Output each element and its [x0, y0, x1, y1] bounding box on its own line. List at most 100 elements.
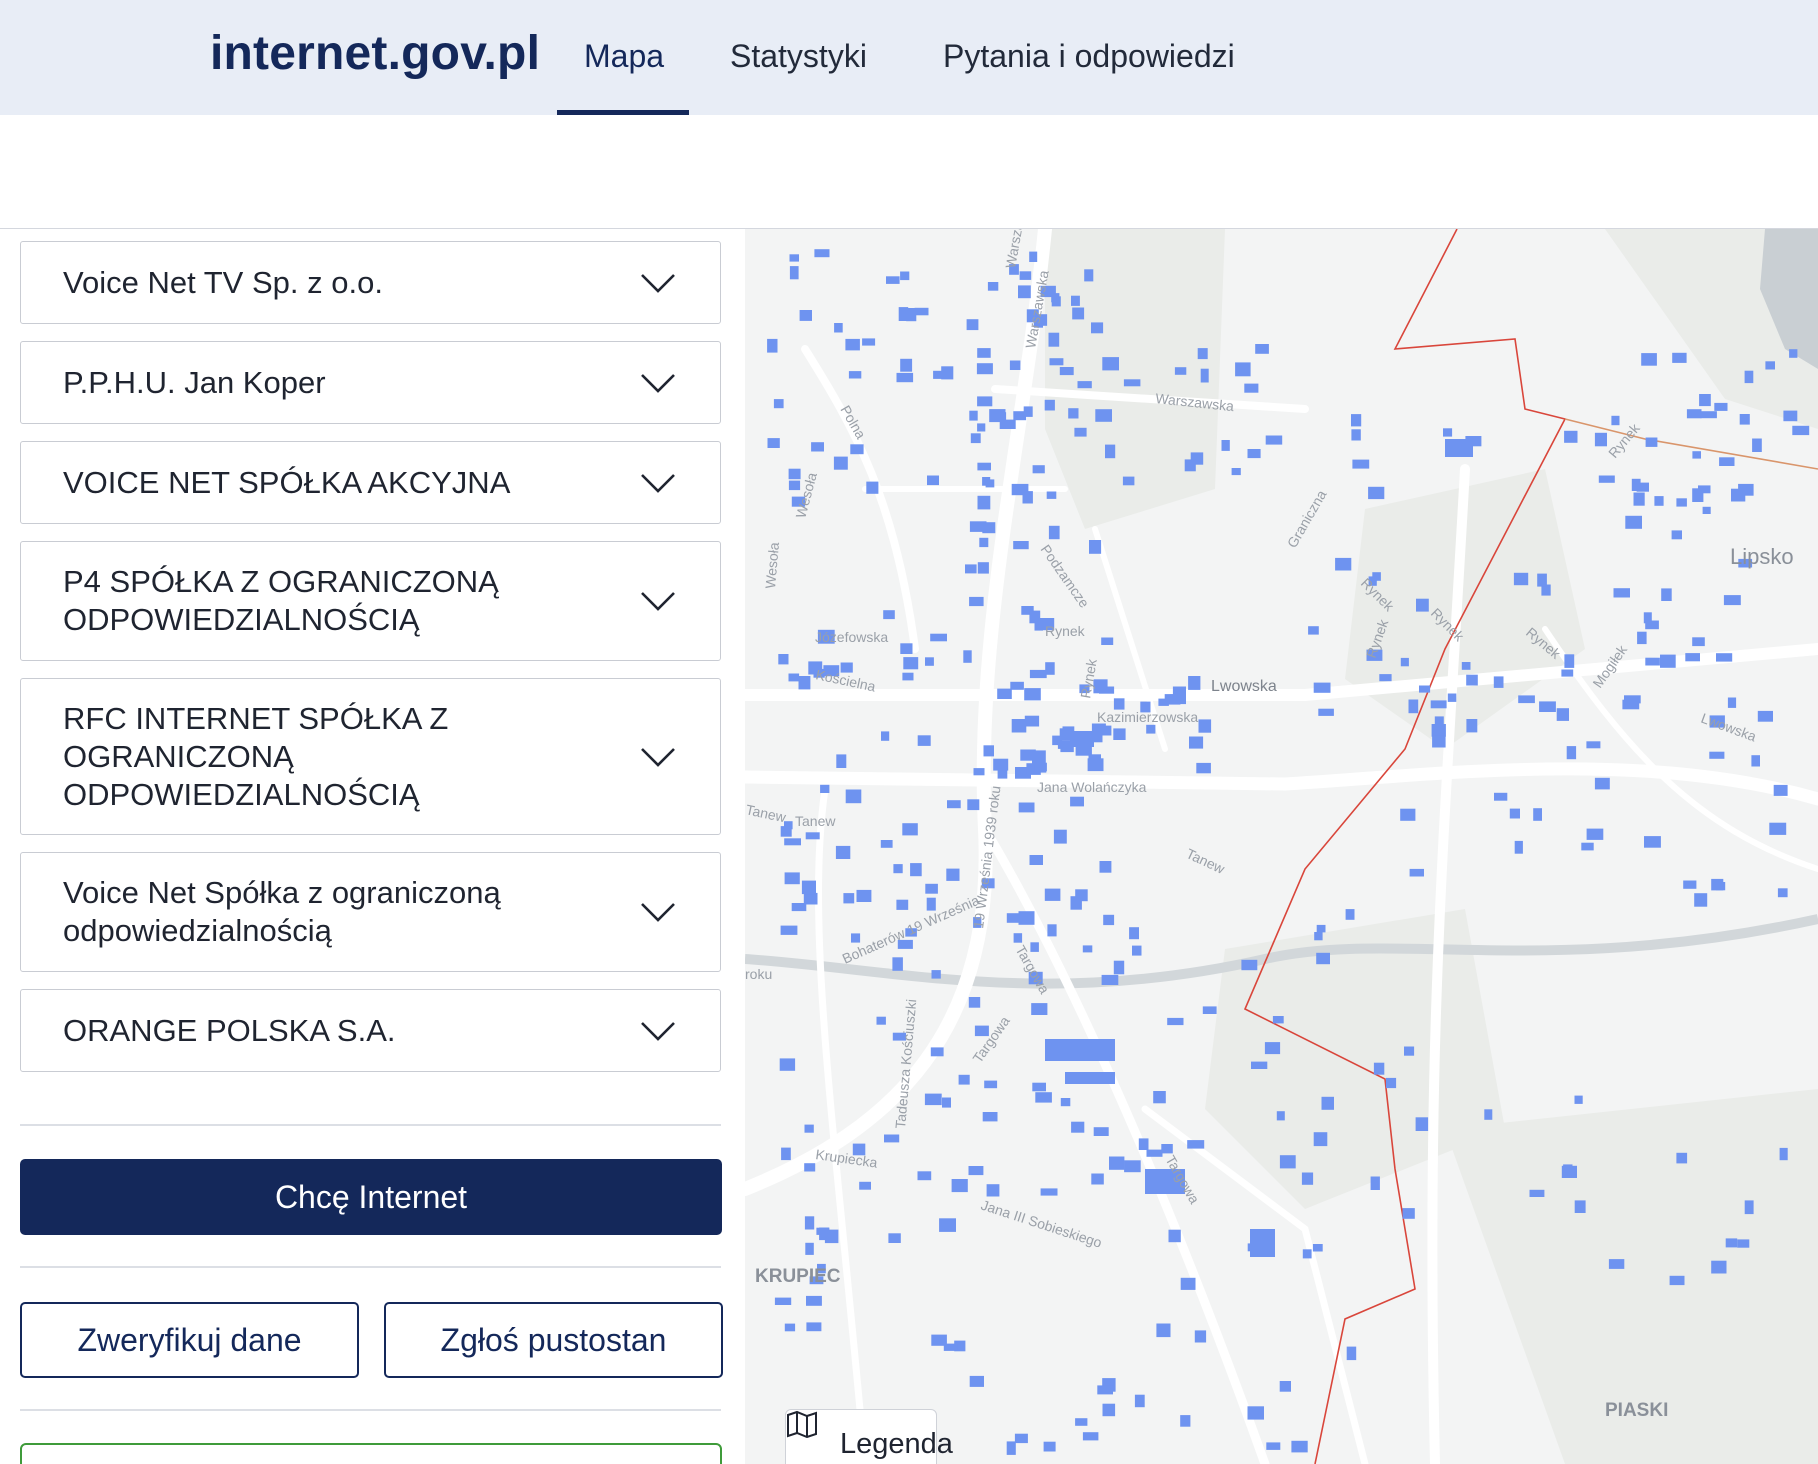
building-marker: [951, 1179, 968, 1193]
building-marker: [1255, 344, 1269, 354]
building-marker: [1408, 699, 1419, 714]
site-logo[interactable]: internet.gov.pl: [210, 26, 540, 81]
building-marker: [1020, 749, 1036, 761]
building-marker: [924, 1093, 942, 1106]
section-divider: [20, 1124, 721, 1126]
building-marker: [819, 1227, 830, 1241]
tab-statystyki[interactable]: Statystyki: [730, 38, 867, 75]
provider-accordion-rfc-internet[interactable]: RFC INTERNET SPÓŁKA Z OGRANICZONĄ ODPOWI…: [20, 678, 721, 835]
provider-accordion-pphu-jan-koper[interactable]: P.P.H.U. Jan Koper: [20, 341, 721, 424]
building-marker: [1018, 802, 1035, 813]
building-marker: [1091, 322, 1104, 334]
building-marker: [1231, 468, 1241, 476]
building-marker: [969, 410, 978, 421]
building-marker: [963, 650, 972, 663]
building-marker: [1316, 952, 1330, 965]
coverage-map[interactable]: Warszawska Warszawska Warszawska Polna W…: [745, 229, 1818, 1464]
building-marker: [1029, 669, 1047, 679]
building-marker: [1158, 698, 1169, 706]
building-marker: [977, 348, 991, 358]
building-marker: [1235, 362, 1251, 377]
status-panel: [20, 1443, 722, 1464]
building-marker: [1744, 1200, 1754, 1215]
provider-accordion-orange-polska[interactable]: ORANGE POLSKA S.A.: [20, 989, 721, 1072]
street-label: roku: [745, 966, 772, 982]
building-marker: [1072, 307, 1085, 320]
building-marker: [1672, 352, 1687, 363]
provider-accordion-voice-net-tv[interactable]: Voice Net TV Sp. z o.o.: [20, 241, 721, 324]
building-marker: [1509, 808, 1520, 819]
building-marker: [977, 396, 993, 407]
building-marker: [780, 925, 798, 935]
building-marker: [1040, 1188, 1058, 1196]
building-marker: [1645, 620, 1659, 630]
building-marker: [1101, 974, 1119, 985]
building-marker: [1202, 1006, 1217, 1014]
building-marker: [985, 479, 995, 488]
building-marker: [939, 1218, 956, 1232]
building-marker: [788, 673, 800, 682]
building-marker: [1070, 896, 1082, 910]
building-marker: [958, 1074, 970, 1085]
building-marker: [1400, 808, 1416, 821]
building-marker: [1671, 530, 1682, 540]
tab-pytania-i-odpowiedzi[interactable]: Pytania i odpowiedzi: [943, 38, 1235, 75]
provider-accordion-voice-net-spzoo[interactable]: Voice Net Spółka z ograniczoną odpowiedz…: [20, 852, 721, 972]
building-marker: [927, 475, 939, 486]
building-marker: [976, 363, 993, 375]
building-marker: [925, 883, 938, 894]
building-marker: [1660, 654, 1676, 668]
verify-data-button[interactable]: Zweryfikuj dane: [20, 1302, 359, 1378]
provider-name: P.P.H.U. Jan Koper: [63, 364, 326, 400]
street-label: Lwowska: [1211, 678, 1277, 695]
provider-name: RFC INTERNET SPÓŁKA Z OGRANICZONĄ ODPOWI…: [63, 700, 449, 812]
building-marker: [1180, 1415, 1191, 1427]
building-marker: [1461, 662, 1471, 670]
building-marker: [811, 442, 824, 452]
building-marker: [1351, 414, 1362, 427]
building-marker: [1539, 701, 1556, 712]
building-marker: [866, 481, 879, 494]
building-marker: [1091, 1173, 1104, 1185]
chce-internet-button[interactable]: Chcę Internet: [20, 1159, 722, 1235]
building-marker: [1023, 406, 1033, 417]
provider-accordion-p4[interactable]: P4 SPÓŁKA Z OGRANICZONĄ ODPOWIEDZIALNOŚC…: [20, 541, 721, 661]
building-marker: [1146, 1149, 1163, 1157]
building-marker: [902, 823, 918, 836]
building-marker: [784, 838, 801, 846]
building-marker: [1031, 1003, 1048, 1015]
building-marker: [1752, 438, 1762, 452]
provider-accordion-voice-net-sa[interactable]: VOICE NET SPÓŁKA AKCYJNA: [20, 441, 721, 524]
building-marker: [833, 456, 848, 470]
building-marker: [1241, 959, 1258, 971]
report-vacant-button[interactable]: Zgłoś pustostan: [384, 1302, 723, 1378]
legend-button[interactable]: Legenda: [785, 1409, 953, 1464]
tab-mapa[interactable]: Mapa: [584, 38, 664, 75]
building-marker: [942, 1097, 951, 1108]
building-marker: [801, 880, 816, 895]
building-marker: [880, 840, 893, 848]
building-marker: [1716, 653, 1733, 662]
building-marker: [1051, 293, 1060, 303]
section-divider: [20, 1266, 721, 1268]
building-marker: [1013, 933, 1023, 943]
building-marker: [977, 423, 986, 432]
building-marker: [1046, 491, 1057, 499]
building-marker: [1014, 1433, 1028, 1444]
building-marker: [1564, 430, 1578, 443]
building-marker: [1313, 682, 1331, 693]
building-marker: [1792, 425, 1810, 436]
building-marker: [1184, 459, 1196, 472]
building-marker: [851, 933, 861, 943]
building-marker: [903, 657, 919, 670]
building-marker: [1751, 755, 1760, 767]
building-marker: [1093, 1127, 1109, 1136]
street-label: Polna: [837, 403, 869, 442]
building-marker: [1161, 1144, 1173, 1154]
map-canvas[interactable]: Warszawska Warszawska Warszawska Polna W…: [745, 229, 1818, 1464]
building-marker: [1082, 1432, 1099, 1441]
building-marker: [931, 970, 941, 979]
building-marker: [1251, 1061, 1268, 1069]
building-marker: [977, 495, 991, 510]
building-marker: [1057, 740, 1070, 749]
